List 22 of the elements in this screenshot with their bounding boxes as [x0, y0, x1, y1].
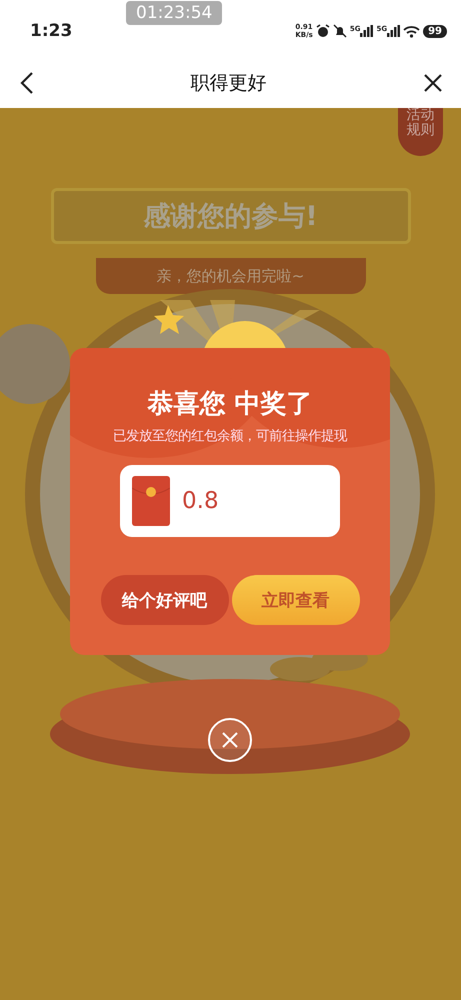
dialog-title: 恭喜您 中奖了 [147, 388, 313, 421]
wifi-icon [403, 24, 420, 38]
status-time: 1:23 [30, 21, 74, 41]
timer-pill: 01:23:54 [126, 1, 222, 25]
dialog-message: 已发放至您的红包余额，可前往操作提现 [113, 428, 347, 445]
result-banner: 感谢您的参与! [50, 188, 410, 244]
back-icon[interactable] [20, 71, 34, 95]
alarm-icon [316, 24, 330, 38]
signal-icon [387, 25, 400, 37]
signal-icon [360, 25, 374, 37]
prize-amount: 0.8 [182, 488, 219, 514]
close-icon[interactable] [423, 73, 443, 93]
close-icon [221, 731, 239, 749]
dialog-close-button[interactable] [208, 718, 252, 762]
page-title: 职得更好 [190, 71, 266, 96]
rules-badge[interactable]: 活动规则 [398, 108, 443, 156]
review-button[interactable]: 给个好评吧 [100, 575, 228, 625]
bell-off-icon [332, 24, 347, 38]
result-subtitle: 亲，您的机会用完啦~ [96, 258, 366, 294]
view-button[interactable]: 立即查看 [232, 575, 360, 625]
envelope-icon [132, 476, 170, 526]
battery-level: 99 [423, 24, 447, 38]
